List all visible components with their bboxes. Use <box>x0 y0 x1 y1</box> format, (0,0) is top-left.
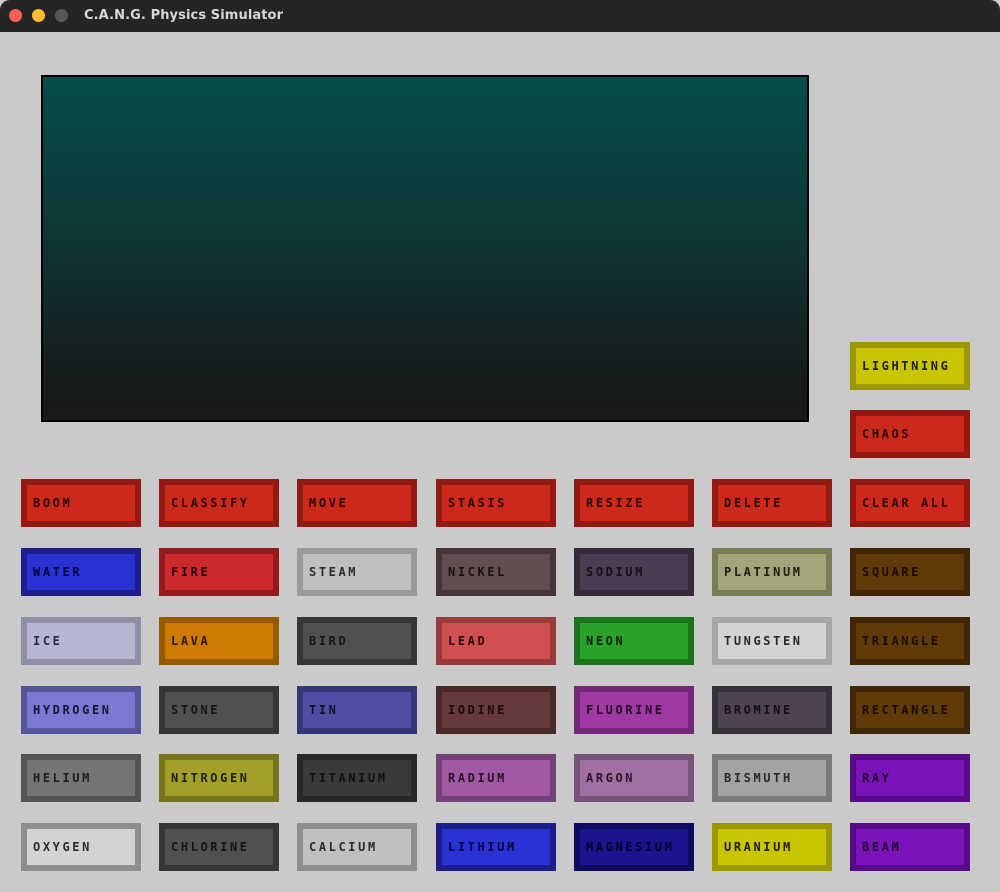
resize-button[interactable]: RESIZE <box>574 479 694 527</box>
iodine-button[interactable]: IODINE <box>436 686 556 734</box>
lava-button[interactable]: LAVA <box>159 617 279 665</box>
zoom-window-icon[interactable] <box>55 9 68 22</box>
triangle-button[interactable]: TRIANGLE <box>850 617 970 665</box>
classify-button[interactable]: CLASSIFY <box>159 479 279 527</box>
chlorine-button[interactable]: CHLORINE <box>159 823 279 871</box>
chaos-button[interactable]: CHAOS <box>850 410 970 458</box>
bird-button[interactable]: BIRD <box>297 617 417 665</box>
nickel-button[interactable]: NICKEL <box>436 548 556 596</box>
nitrogen-button[interactable]: NITROGEN <box>159 754 279 802</box>
close-window-icon[interactable] <box>9 9 22 22</box>
window-title: C.A.N.G. Physics Simulator <box>84 8 284 23</box>
lightning-button[interactable]: LIGHTNING <box>850 342 970 390</box>
platinum-button[interactable]: PLATINUM <box>712 548 832 596</box>
fluorine-button[interactable]: FLUORINE <box>574 686 694 734</box>
helium-button[interactable]: HELIUM <box>21 754 141 802</box>
title-bar: C.A.N.G. Physics Simulator <box>0 0 1000 32</box>
radium-button[interactable]: RADIUM <box>436 754 556 802</box>
stone-button[interactable]: STONE <box>159 686 279 734</box>
boom-button[interactable]: BOOM <box>21 479 141 527</box>
magnesium-button[interactable]: MAGNESIUM <box>574 823 694 871</box>
tin-button[interactable]: TIN <box>297 686 417 734</box>
bromine-button[interactable]: BROMINE <box>712 686 832 734</box>
bismuth-button[interactable]: BISMUTH <box>712 754 832 802</box>
fire-button[interactable]: FIRE <box>159 548 279 596</box>
tungsten-button[interactable]: TUNGSTEN <box>712 617 832 665</box>
ice-button[interactable]: ICE <box>21 617 141 665</box>
neon-button[interactable]: NEON <box>574 617 694 665</box>
lead-button[interactable]: LEAD <box>436 617 556 665</box>
calcium-button[interactable]: CALCIUM <box>297 823 417 871</box>
square-button[interactable]: SQUARE <box>850 548 970 596</box>
lithium-button[interactable]: LITHIUM <box>436 823 556 871</box>
minimize-window-icon[interactable] <box>32 9 45 22</box>
oxygen-button[interactable]: OXYGEN <box>21 823 141 871</box>
water-button[interactable]: WATER <box>21 548 141 596</box>
steam-button[interactable]: STEAM <box>297 548 417 596</box>
simulation-canvas[interactable] <box>41 75 809 422</box>
beam-button[interactable]: BEAM <box>850 823 970 871</box>
clear-all-button[interactable]: CLEAR ALL <box>850 479 970 527</box>
stasis-button[interactable]: STASIS <box>436 479 556 527</box>
titanium-button[interactable]: TITANIUM <box>297 754 417 802</box>
delete-button[interactable]: DELETE <box>712 479 832 527</box>
ray-button[interactable]: RAY <box>850 754 970 802</box>
argon-button[interactable]: ARGON <box>574 754 694 802</box>
sodium-button[interactable]: SODIUM <box>574 548 694 596</box>
uranium-button[interactable]: URANIUM <box>712 823 832 871</box>
move-button[interactable]: MOVE <box>297 479 417 527</box>
rectangle-button[interactable]: RECTANGLE <box>850 686 970 734</box>
hydrogen-button[interactable]: HYDROGEN <box>21 686 141 734</box>
